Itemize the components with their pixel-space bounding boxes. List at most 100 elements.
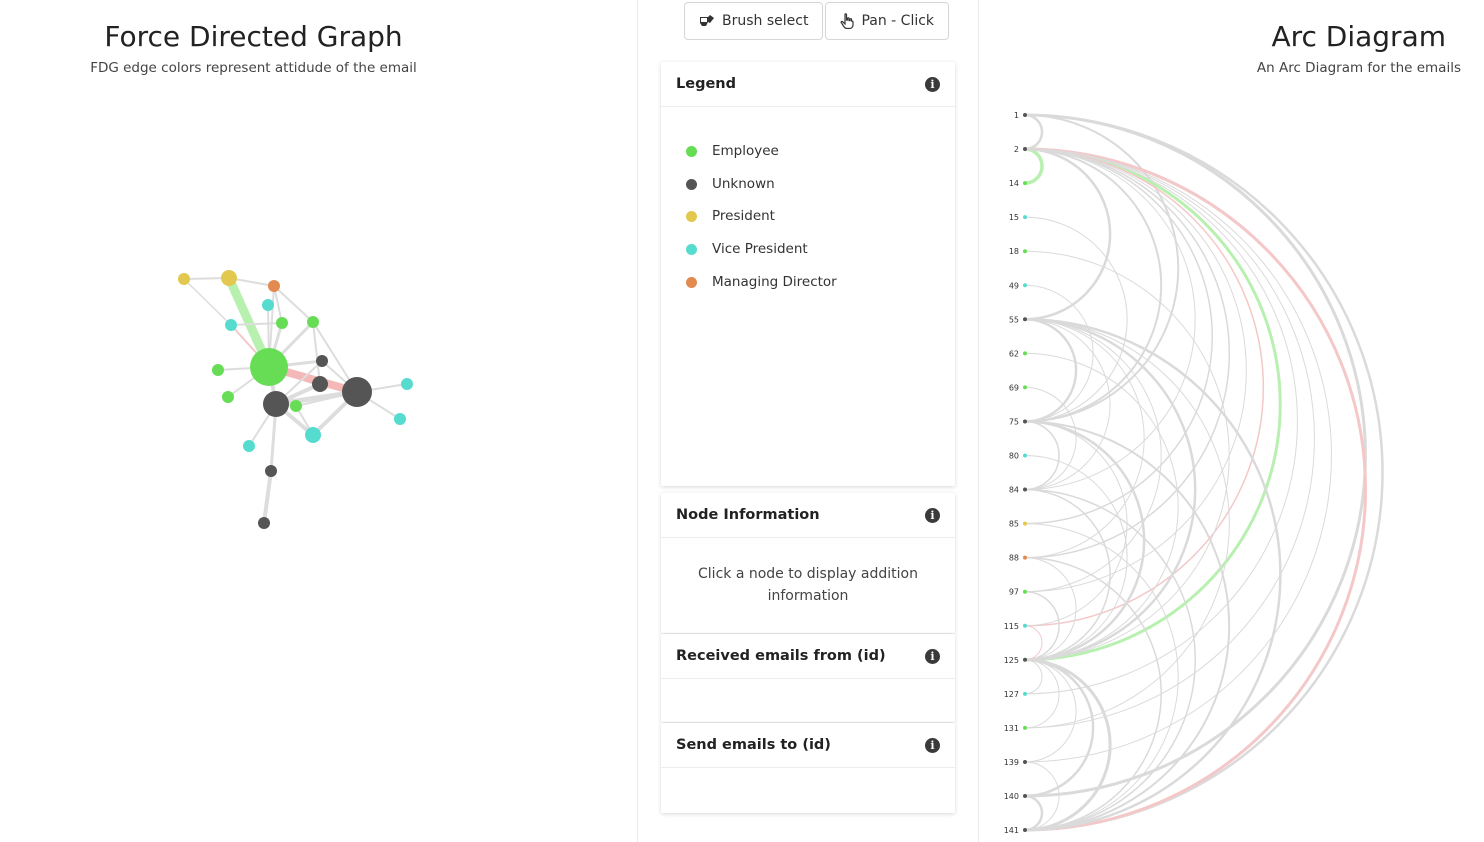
fdg-node[interactable] (221, 270, 237, 286)
brush-icon (700, 15, 714, 26)
arc-link (1024, 318, 1197, 662)
fdg-node[interactable] (178, 273, 190, 285)
fdg-node[interactable] (250, 348, 288, 386)
arc-node[interactable] (1023, 453, 1027, 458)
fdg-node[interactable] (262, 299, 274, 311)
sent-emails-card: Send emails to (id) i (661, 723, 955, 813)
legend-dot (686, 178, 697, 190)
arc-node[interactable] (1023, 691, 1027, 696)
arc-node[interactable] (1023, 419, 1027, 424)
arc-node[interactable] (1023, 147, 1027, 152)
fdg-node[interactable] (222, 391, 234, 403)
fdg-node[interactable] (312, 376, 328, 392)
arc-node[interactable] (1023, 623, 1027, 628)
arc-node[interactable] (1023, 249, 1027, 254)
legend-list: Employee Unknown President Vice Presiden… (661, 107, 955, 306)
arc-node-label: 62 (1009, 349, 1019, 358)
fdg-edge (230, 322, 283, 326)
legend-title: Legend (676, 76, 736, 92)
arc-node[interactable] (1023, 725, 1027, 730)
fdg-node[interactable] (401, 378, 413, 390)
fdg-node[interactable] (342, 377, 372, 407)
received-emails-title: Received emails from (id) (676, 648, 886, 664)
arc-node[interactable] (1023, 215, 1027, 220)
brush-select-button[interactable]: Brush select (684, 2, 824, 40)
sent-emails-header: Send emails to (id) i (661, 723, 955, 768)
arc-link (1024, 557, 1077, 661)
toolbar: Brush select Pan - Click (684, 2, 950, 40)
fdg-node[interactable] (305, 427, 321, 443)
arc-node-label: 49 (1009, 281, 1019, 290)
arc-node[interactable] (1023, 351, 1027, 356)
arc-node[interactable] (1023, 589, 1027, 594)
arc-node-label: 14 (1009, 179, 1019, 188)
arc-node[interactable] (1023, 317, 1027, 322)
arc-node-label: 18 (1009, 247, 1019, 256)
legend-label: Vice President (712, 241, 808, 258)
arc-link (1024, 113, 1044, 151)
hand-pointer-icon (840, 13, 855, 29)
arc-node-label: 80 (1009, 452, 1019, 461)
arc-node-label: 84 (1009, 486, 1019, 495)
arc-node-label: 127 (1004, 690, 1019, 699)
arc-node[interactable] (1023, 487, 1027, 492)
arc-diagram-panel: Arc Diagram An Arc Diagram for the email… (978, 0, 1484, 842)
arc-node[interactable] (1023, 794, 1027, 798)
info-icon[interactable]: i (925, 507, 940, 523)
fdg-node[interactable] (212, 364, 224, 376)
fdg-node[interactable] (268, 280, 280, 292)
arc-node-label: 75 (1009, 417, 1019, 426)
arc-node[interactable] (1023, 385, 1027, 390)
received-emails-card: Received emails from (id) i (661, 634, 955, 722)
info-icon[interactable]: i (925, 737, 940, 753)
arc-link (1024, 794, 1044, 832)
info-icon[interactable]: i (925, 76, 940, 92)
arc-node[interactable] (1023, 657, 1027, 662)
fdg-node[interactable] (307, 316, 319, 328)
legend-item-employee: Employee (686, 143, 955, 176)
control-panel: Brush select Pan - Click Legend i Employ… (640, 0, 976, 842)
legend-dot (686, 211, 697, 223)
fdg-node[interactable] (276, 317, 288, 329)
fdg-node[interactable] (394, 413, 406, 425)
arc-node-label: 125 (1004, 656, 1019, 665)
arc-nodes: 1 2 14 15 18 49 55 62 69 75 80 84 85 88 97 115 125 127 131… (1004, 111, 1027, 835)
arc-node-label: 88 (1009, 554, 1019, 563)
arc-node-label: 55 (1009, 315, 1019, 324)
fdg-node[interactable] (316, 355, 328, 367)
arc-node[interactable] (1023, 521, 1027, 526)
arc-node-label: 140 (1004, 792, 1019, 801)
fdg-canvas[interactable] (0, 0, 638, 842)
arc-node[interactable] (1023, 113, 1027, 117)
arc-node[interactable] (1023, 181, 1027, 186)
force-directed-graph-panel: Force Directed Graph FDG edge colors rep… (0, 0, 638, 842)
fdg-node[interactable] (258, 517, 270, 529)
legend-item-vice-president: Vice President (686, 241, 955, 274)
info-icon[interactable]: i (925, 648, 940, 664)
arc-link (1024, 147, 1044, 185)
arc-node[interactable] (1023, 283, 1027, 288)
node-information-header: Node Information i (661, 493, 955, 538)
arc-link (1024, 386, 1077, 491)
legend-item-president: President (686, 208, 955, 241)
arc-node-label: 131 (1004, 724, 1019, 733)
arc-links (1024, 113, 1384, 832)
fdg-node[interactable] (225, 319, 237, 331)
pan-click-label: Pan - Click (861, 13, 935, 29)
fdg-node[interactable] (290, 400, 302, 412)
arc-node[interactable] (1023, 828, 1027, 833)
legend-label: Managing Director (712, 273, 837, 290)
legend-dot (686, 276, 697, 288)
node-information-message: Click a node to display addition informa… (698, 566, 918, 604)
sent-emails-title: Send emails to (id) (676, 737, 831, 753)
arc-link (1024, 625, 1043, 661)
legend-dot (686, 146, 697, 157)
fdg-node[interactable] (265, 465, 277, 477)
pan-click-button[interactable]: Pan - Click (825, 2, 950, 40)
fdg-node[interactable] (243, 440, 255, 452)
fdg-node[interactable] (263, 391, 289, 417)
arc-canvas[interactable]: 1 2 14 15 18 49 55 62 69 75 80 84 85 88 97 115 125 127 131… (979, 0, 1484, 842)
arc-node[interactable] (1023, 759, 1027, 764)
arc-node[interactable] (1023, 555, 1027, 560)
brush-select-label: Brush select (722, 13, 809, 29)
